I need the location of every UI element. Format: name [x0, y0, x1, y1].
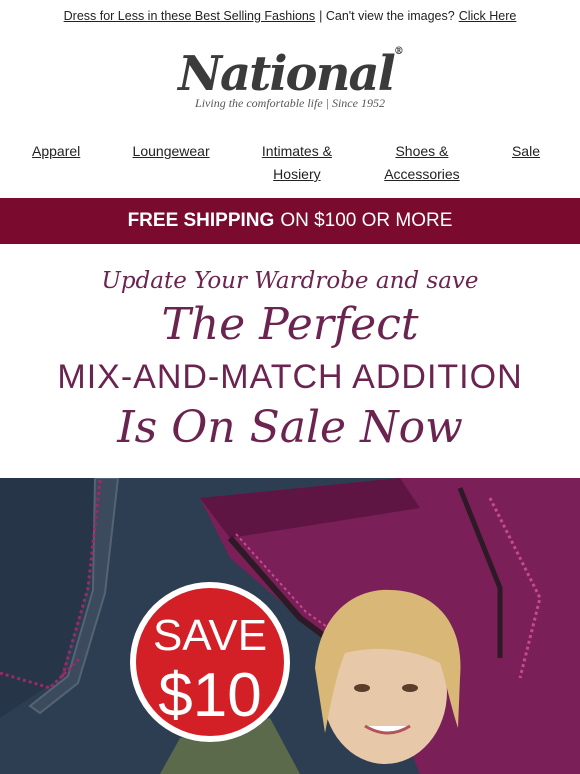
badge-amount-text: $10 — [158, 661, 261, 730]
national-logo[interactable]: National® Living the comfortable life | … — [0, 32, 580, 114]
view-images-text: | Can't view the images? — [319, 9, 455, 23]
hero-artwork: SAVE $10 — [0, 478, 580, 774]
nav-shoes-accessories[interactable]: Shoes & Accessories — [384, 140, 459, 198]
hero-image[interactable]: SAVE $10 — [0, 478, 580, 774]
main-nav: Apparel Loungewear Intimates & Hosiery Sh… — [0, 114, 580, 198]
free-shipping-banner[interactable]: FREE SHIPPING ON $100 OR MORE — [0, 198, 580, 244]
badge-save-text: SAVE — [153, 611, 267, 660]
brand-name: National® — [178, 46, 404, 102]
headline-line3: MIX-AND-MATCH ADDITION — [57, 358, 523, 396]
promo-headline[interactable]: Update Your Wardrobe and save The Perfec… — [0, 244, 580, 478]
headline-line4: Is On Sale Now — [117, 402, 463, 453]
top-bar: Dress for Less in these Best Selling Fas… — [0, 0, 580, 32]
click-here-link[interactable]: Click Here — [459, 9, 517, 23]
nav-loungewear[interactable]: Loungewear — [133, 140, 210, 198]
nav-sale[interactable]: Sale — [512, 140, 540, 198]
nav-intimates-hosiery[interactable]: Intimates & Hosiery — [262, 140, 332, 198]
free-shipping-rest: ON $100 OR MORE — [280, 210, 453, 231]
headline-line2: The Perfect — [161, 299, 419, 350]
brand-tagline: Living the comfortable life | Since 1952 — [195, 96, 385, 110]
headline-line1: Update Your Wardrobe and save — [101, 268, 479, 294]
promo-link[interactable]: Dress for Less in these Best Selling Fas… — [64, 9, 316, 23]
nav-apparel[interactable]: Apparel — [32, 140, 80, 198]
free-shipping-bold: FREE SHIPPING — [127, 210, 275, 231]
